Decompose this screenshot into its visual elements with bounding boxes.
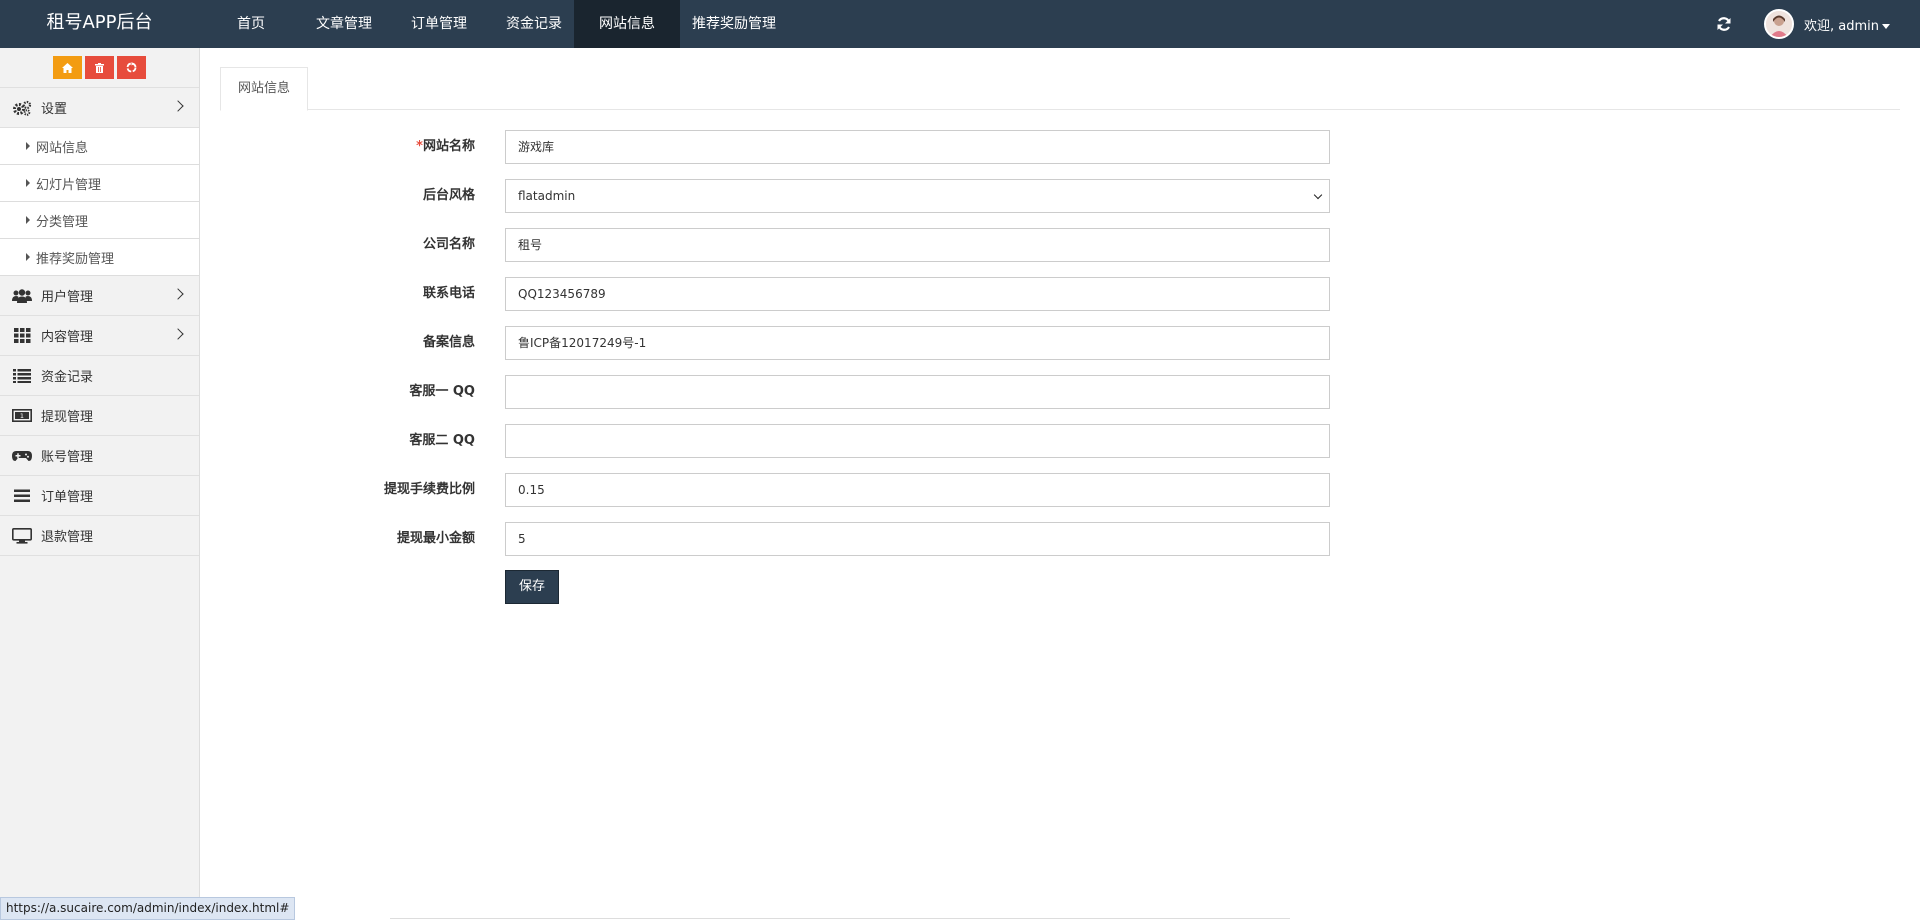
site-name-label: *网站名称 bbox=[416, 130, 475, 164]
required-mark: * bbox=[416, 139, 423, 154]
home-icon bbox=[62, 62, 73, 73]
form-row-service-qq2: 客服二 QQ bbox=[0, 424, 1920, 458]
tab-bar: 网站信息 bbox=[220, 67, 1900, 111]
form-row-withdraw-fee: 提现手续费比例 0.15 bbox=[0, 473, 1920, 507]
nav-item-funds[interactable]: 资金记录 bbox=[480, 0, 574, 48]
gears-icon bbox=[11, 100, 33, 116]
service-qq2-input[interactable] bbox=[505, 424, 1330, 458]
top-nav: 首页 文章管理 订单管理 资金记录 网站信息 推荐奖励管理 bbox=[224, 0, 789, 48]
trash-shortcut-button[interactable] bbox=[85, 56, 114, 79]
chevron-right-icon bbox=[172, 100, 184, 112]
phone-input[interactable]: QQ123456789 bbox=[505, 277, 1330, 311]
withdraw-fee-label: 提现手续费比例 bbox=[383, 482, 475, 497]
recycle-shortcut-button[interactable] bbox=[117, 56, 146, 79]
brand-title[interactable]: 租号APP后台 bbox=[0, 0, 199, 48]
recycle-icon bbox=[126, 62, 137, 73]
site-name-input[interactable]: 游戏库 bbox=[505, 130, 1330, 164]
caret-down-icon bbox=[1882, 23, 1890, 29]
save-button[interactable]: 保存 bbox=[505, 570, 559, 604]
withdraw-fee-input[interactable]: 0.15 bbox=[505, 473, 1330, 507]
company-name-input[interactable]: 租号 bbox=[505, 228, 1330, 262]
top-navbar: 租号APP后台 首页 文章管理 订单管理 资金记录 网站信息 推荐奖励管理 欢迎… bbox=[0, 0, 1920, 48]
nav-item-home[interactable]: 首页 bbox=[224, 0, 278, 48]
phone-label: 联系电话 bbox=[422, 286, 475, 301]
tab-site-info[interactable]: 网站信息 bbox=[220, 67, 308, 111]
divider bbox=[390, 918, 1290, 919]
icp-input[interactable]: 鲁ICP备12017249号-1 bbox=[505, 326, 1330, 360]
nav-item-orders[interactable]: 订单管理 bbox=[385, 0, 480, 48]
company-name-label: 公司名称 bbox=[422, 237, 475, 252]
money-icon: 1 bbox=[11, 408, 33, 424]
status-url-bar: https://a.sucaire.com/admin/index/index.… bbox=[0, 897, 296, 920]
refresh-icon[interactable] bbox=[1714, 14, 1734, 34]
form-row-icp: 备案信息 鲁ICP备12017249号-1 bbox=[0, 326, 1920, 360]
user-menu[interactable]: 欢迎, admin bbox=[1804, 15, 1890, 34]
withdraw-min-input[interactable]: 5 bbox=[505, 522, 1330, 556]
form-row-company: 公司名称 租号 bbox=[0, 228, 1920, 262]
shortcut-bar bbox=[0, 48, 199, 88]
svg-text:1: 1 bbox=[20, 412, 24, 420]
form-row-phone: 联系电话 QQ123456789 bbox=[0, 277, 1920, 311]
withdraw-min-label: 提现最小金额 bbox=[396, 531, 475, 546]
service-qq1-label: 客服一 QQ bbox=[409, 384, 475, 399]
chevron-down-icon bbox=[1313, 190, 1323, 200]
nav-item-articles[interactable]: 文章管理 bbox=[278, 0, 385, 48]
form-row-service-qq1: 客服一 QQ bbox=[0, 375, 1920, 409]
avatar[interactable] bbox=[1764, 9, 1794, 39]
sidebar-item-label: 设置 bbox=[41, 102, 68, 117]
form-row-admin-style: 后台风格 flatadmin bbox=[0, 179, 1920, 213]
sidebar-item-settings[interactable]: 设置 bbox=[0, 88, 199, 128]
admin-style-select[interactable]: flatadmin bbox=[505, 179, 1330, 213]
nav-item-site-info[interactable]: 网站信息 bbox=[574, 0, 680, 48]
icp-label: 备案信息 bbox=[422, 335, 475, 350]
caret-right-icon bbox=[26, 216, 30, 224]
admin-style-label: 后台风格 bbox=[422, 188, 475, 203]
welcome-text: 欢迎, admin bbox=[1804, 18, 1879, 34]
admin-style-value: flatadmin bbox=[518, 189, 576, 203]
form-row-site-name: *网站名称 游戏库 bbox=[0, 130, 1920, 164]
nav-item-referral[interactable]: 推荐奖励管理 bbox=[680, 0, 789, 48]
top-right-area: 欢迎, admin bbox=[1714, 0, 1920, 48]
sidebar-subitem-label: 分类管理 bbox=[36, 214, 89, 230]
form-row-withdraw-min: 提现最小金额 5 bbox=[0, 522, 1920, 556]
service-qq1-input[interactable] bbox=[505, 375, 1330, 409]
site-name-label-text: 网站名称 bbox=[422, 139, 475, 154]
trash-icon bbox=[95, 62, 104, 73]
service-qq2-label: 客服二 QQ bbox=[409, 433, 475, 448]
home-shortcut-button[interactable] bbox=[53, 56, 82, 79]
